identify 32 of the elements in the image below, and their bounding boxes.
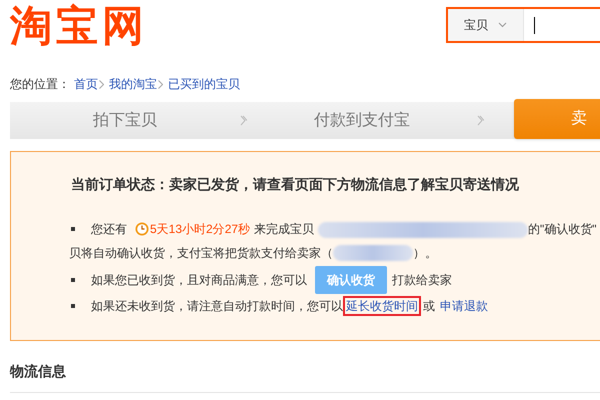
notice-text: ）。 bbox=[413, 245, 437, 262]
breadcrumb-label: 您的位置： bbox=[10, 76, 70, 93]
breadcrumb-link[interactable]: 我的淘宝 bbox=[109, 75, 157, 93]
breadcrumb-link[interactable]: 首页 bbox=[74, 75, 98, 93]
clock-icon bbox=[135, 222, 149, 236]
notice-text: 来完成宝贝 bbox=[254, 221, 314, 238]
notice-text: 如果还未收到货，请注意自动打款时间，您可以 bbox=[91, 298, 343, 315]
notice-text: 如果您已收到货，且对商品满意，您可以 bbox=[91, 272, 307, 288]
progress-step: 拍下宝贝 bbox=[10, 102, 240, 139]
notice-text: 您还有 bbox=[91, 221, 127, 238]
chevron-right-icon bbox=[99, 80, 104, 88]
breadcrumb-link[interactable]: 已买到的宝贝 bbox=[168, 75, 240, 93]
countdown-timer: 5天13小时2分27秒 bbox=[150, 221, 250, 238]
text-cursor bbox=[534, 16, 535, 34]
bullet-icon bbox=[71, 227, 75, 231]
search-scope-select[interactable]: 宝贝 bbox=[448, 9, 524, 41]
notice-text: 或 bbox=[423, 298, 435, 315]
progress-step: 卖 bbox=[514, 99, 600, 139]
request-refund-link[interactable]: 申请退款 bbox=[440, 297, 488, 315]
chevron-right-icon bbox=[158, 80, 163, 88]
notice-text: 贝将自动确认收货，支付宝将把货款支付给卖家（ bbox=[69, 245, 333, 262]
notice-text: 的"确认收货" bbox=[528, 221, 597, 238]
chevron-down-icon bbox=[498, 22, 507, 28]
progress-step: 付款到支付宝 bbox=[247, 102, 477, 139]
chevron-right-icon bbox=[240, 115, 247, 126]
chevron-right-icon bbox=[477, 115, 484, 126]
bullet-icon bbox=[71, 278, 75, 282]
bullet-icon bbox=[71, 304, 75, 308]
extend-receipt-time-link[interactable]: 延长收货时间 bbox=[343, 296, 421, 316]
logistics-title: 物流信息 bbox=[10, 362, 67, 381]
order-status-title: 当前订单状态：卖家已发货，请查看页面下方物流信息了解宝贝寄送情况 bbox=[71, 175, 520, 194]
notice-text: 打款给卖家 bbox=[392, 272, 452, 288]
